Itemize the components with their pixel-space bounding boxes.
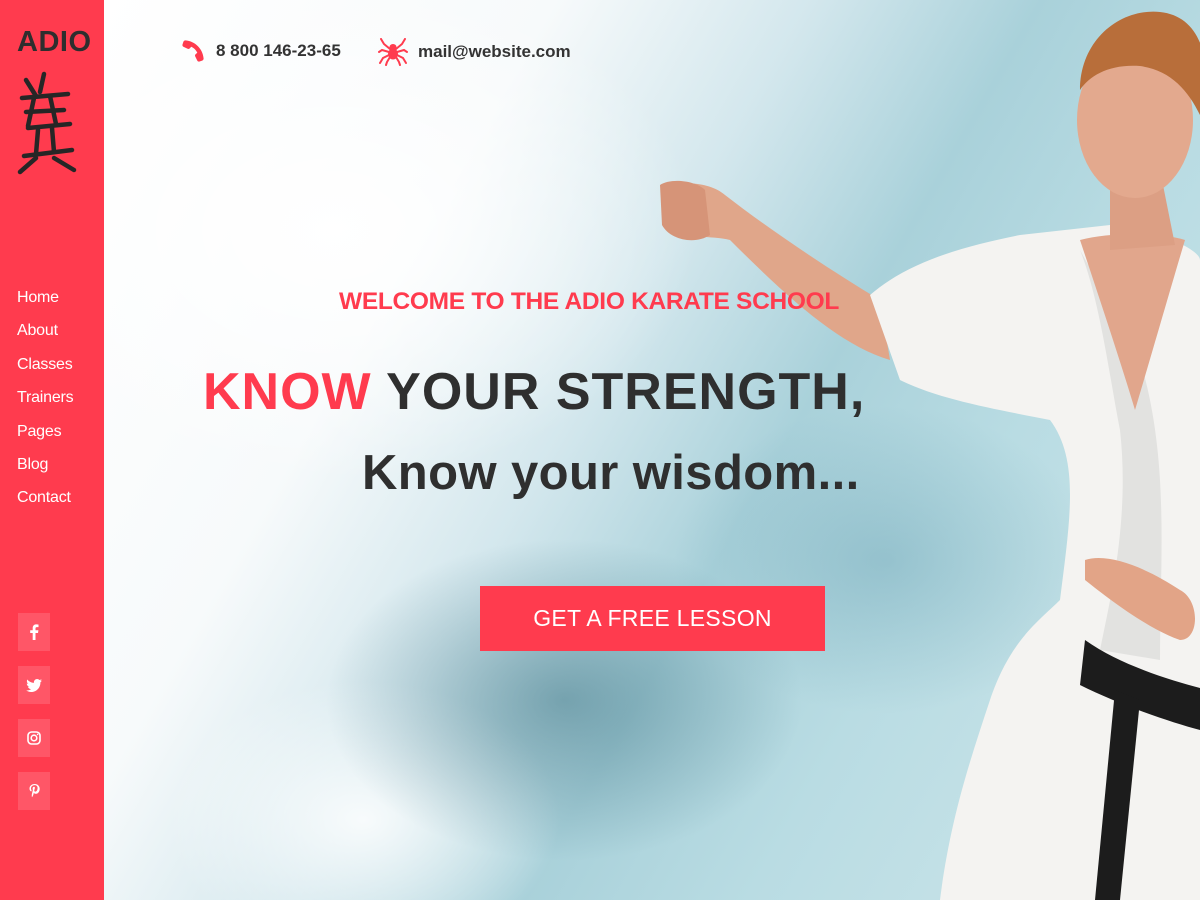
hero-tagline: Know your wisdom...	[362, 446, 860, 500]
nav-about[interactable]: About	[17, 322, 58, 339]
headline-rest: YOUR STRENGTH,	[371, 363, 866, 421]
nav-trainers[interactable]: Trainers	[17, 389, 74, 406]
kanji-logo-icon	[17, 71, 77, 175]
phone-number: 8 800 146-23-65	[216, 41, 341, 60]
facebook-button[interactable]	[18, 613, 50, 651]
pinterest-icon	[29, 783, 40, 797]
instagram-button[interactable]	[18, 719, 50, 757]
headline-accent: KNOW	[203, 363, 372, 421]
instagram-icon	[27, 731, 41, 745]
hero-headline: KNOW YOUR STRENGTH,	[203, 362, 865, 422]
email-contact[interactable]: mail@website.com	[378, 38, 571, 66]
nav-classes[interactable]: Classes	[17, 356, 73, 373]
brand-logo[interactable]: ADIO	[17, 26, 92, 59]
phone-icon	[182, 40, 204, 62]
nav-blog[interactable]: Blog	[17, 456, 48, 473]
email-address: mail@website.com	[418, 42, 571, 61]
nav-contact[interactable]: Contact	[17, 489, 71, 506]
phone-contact[interactable]: 8 800 146-23-65	[180, 38, 341, 64]
facebook-icon	[30, 624, 39, 640]
nav-pages[interactable]: Pages	[17, 423, 62, 440]
sidebar: ADIO Home About Classes Trainers Pages B…	[0, 0, 104, 900]
main-navigation: Home About Classes Trainers Pages Blog C…	[17, 289, 74, 523]
free-lesson-button[interactable]: GET A FREE LESSON	[480, 586, 825, 651]
twitter-button[interactable]	[18, 666, 50, 704]
pinterest-button[interactable]	[18, 772, 50, 810]
social-links	[18, 613, 50, 825]
twitter-icon	[26, 678, 42, 692]
spider-icon	[378, 38, 408, 66]
hero-subtitle: WELCOME TO THE ADIO KARATE SCHOOL	[339, 288, 840, 315]
nav-home[interactable]: Home	[17, 289, 59, 306]
